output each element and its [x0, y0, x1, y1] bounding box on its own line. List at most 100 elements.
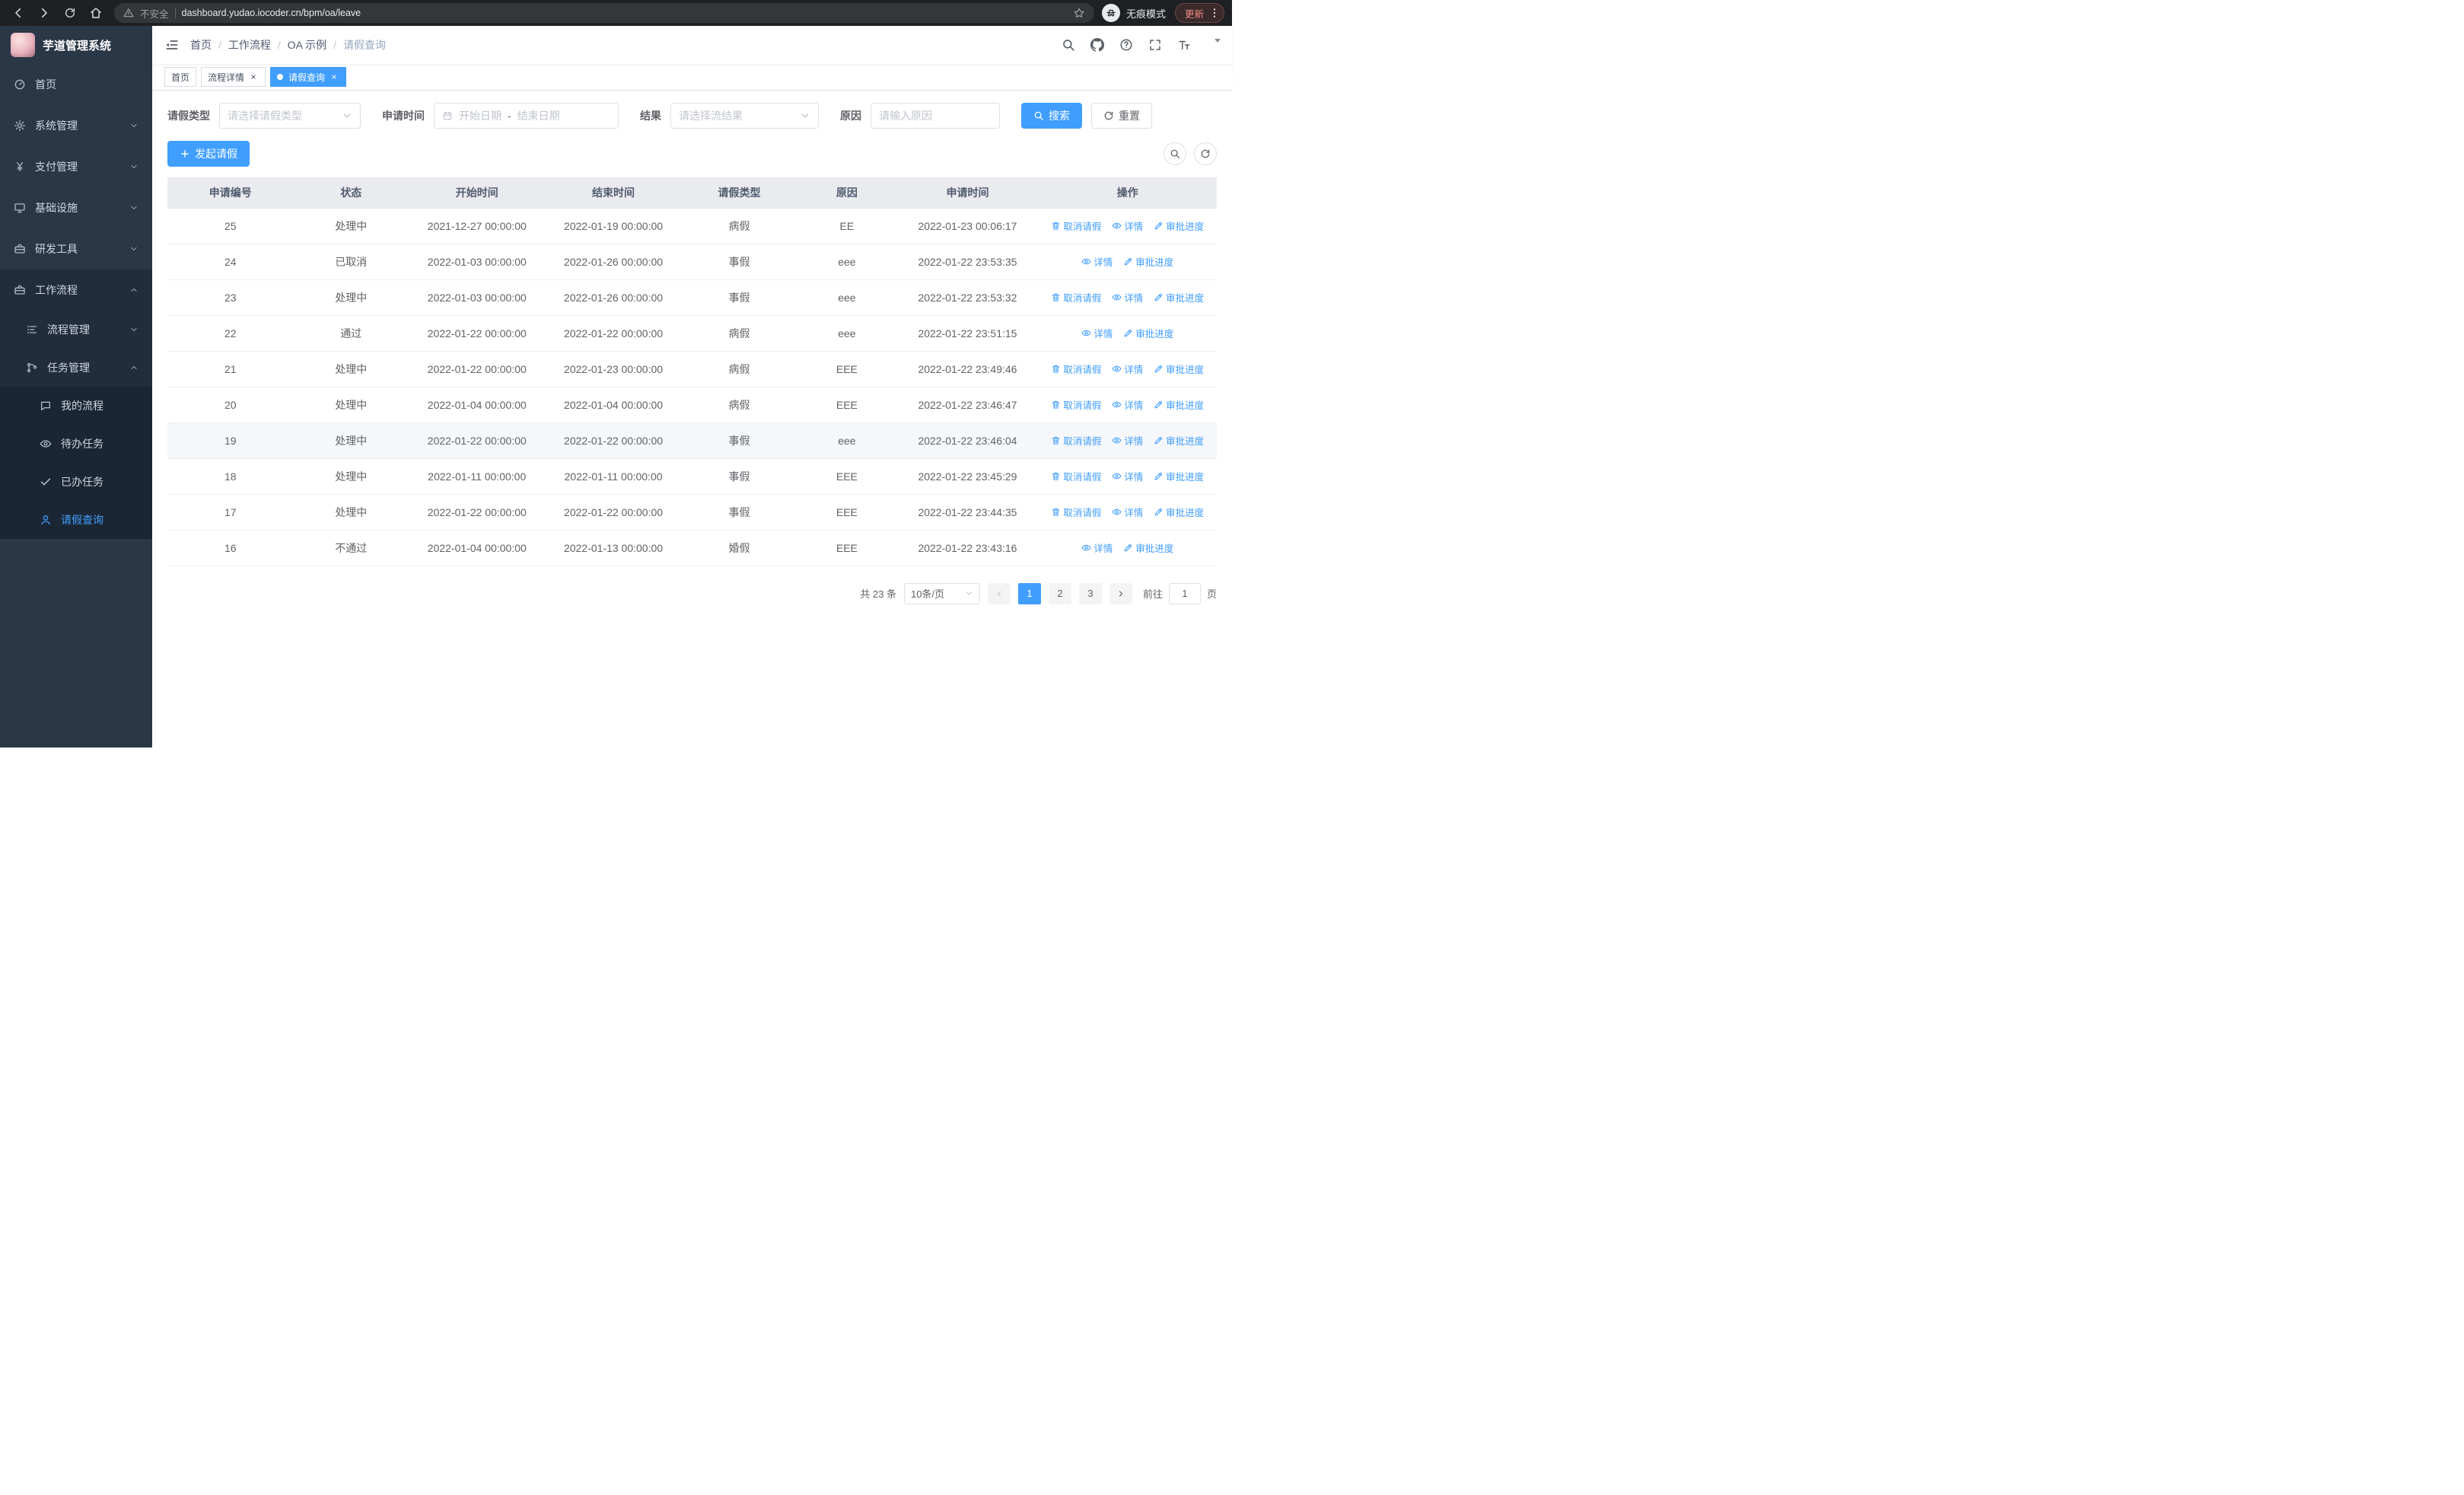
table-row[interactable]: 24 已取消 2022-01-03 00:00:00 2022-01-26 00…: [167, 244, 1217, 280]
cancel-leave-link[interactable]: 取消请假: [1051, 290, 1101, 304]
page-button-2[interactable]: 2: [1048, 582, 1071, 604]
page-content: 请假类型 请选择请假类型 申请时间 开始日期 - 结束日期 结果 请选择流结果 …: [152, 91, 1232, 748]
cell-status: 处理中: [293, 208, 409, 244]
detail-link[interactable]: 详情: [1112, 433, 1143, 448]
approval-progress-link[interactable]: 审批进度: [1123, 254, 1173, 269]
reason-input[interactable]: [871, 103, 1000, 129]
create-leave-button[interactable]: 发起请假: [167, 141, 250, 167]
approval-progress-link[interactable]: 审批进度: [1154, 505, 1204, 519]
toggle-search-button[interactable]: [1164, 142, 1186, 165]
detail-link[interactable]: 详情: [1081, 254, 1113, 269]
github-button[interactable]: [1090, 38, 1104, 52]
font-size-button[interactable]: [1177, 38, 1191, 52]
update-button[interactable]: 更新: [1174, 3, 1224, 23]
cancel-leave-link[interactable]: 取消请假: [1051, 218, 1101, 233]
sidebar-item-home[interactable]: 首页: [0, 64, 152, 105]
table-row[interactable]: 25 处理中 2021-12-27 00:00:00 2022-01-19 00…: [167, 208, 1217, 244]
collapse-sidebar-icon[interactable]: [164, 37, 180, 53]
cancel-leave-link[interactable]: 取消请假: [1051, 469, 1101, 483]
table-row[interactable]: 16 不通过 2022-01-04 00:00:00 2022-01-13 00…: [167, 530, 1217, 566]
cancel-leave-link[interactable]: 取消请假: [1051, 433, 1101, 448]
close-icon[interactable]: [329, 72, 339, 82]
page-button-1[interactable]: 1: [1017, 582, 1041, 604]
logo[interactable]: 芋道管理系统: [0, 26, 152, 64]
sidebar-item-my-process[interactable]: 我的流程: [0, 387, 152, 425]
help-icon: [1119, 38, 1133, 52]
table-row[interactable]: 20 处理中 2022-01-04 00:00:00 2022-01-04 00…: [167, 387, 1217, 423]
close-icon[interactable]: [248, 72, 259, 82]
kebab-menu-icon[interactable]: [1208, 7, 1221, 19]
eye-icon: [1112, 400, 1122, 410]
detail-link[interactable]: 详情: [1112, 505, 1143, 519]
sidebar-item-workflow[interactable]: 工作流程: [0, 269, 152, 311]
detail-link[interactable]: 详情: [1112, 397, 1143, 412]
breadcrumb-item[interactable]: 工作流程: [228, 37, 271, 53]
apply-time-range-picker[interactable]: 开始日期 - 结束日期: [434, 103, 619, 129]
search-button[interactable]: 搜索: [1021, 103, 1082, 129]
approval-progress-link[interactable]: 审批进度: [1123, 326, 1173, 340]
sidebar-item-todo-tasks[interactable]: 待办任务: [0, 425, 152, 463]
page-button-3[interactable]: 3: [1078, 582, 1102, 604]
tab-leave-query[interactable]: 请假查询: [270, 67, 347, 87]
sidebar-item-system-mgmt[interactable]: 系统管理: [0, 105, 152, 146]
address-bar[interactable]: 不安全 dashboard.yudao.iocoder.cn/bpm/oa/le…: [114, 3, 1094, 23]
cancel-leave-link[interactable]: 取消请假: [1051, 505, 1101, 519]
approval-progress-link[interactable]: 审批进度: [1154, 397, 1204, 412]
sidebar-item-done-tasks[interactable]: 已办任务: [0, 463, 152, 501]
table-row[interactable]: 21 处理中 2022-01-22 00:00:00 2022-01-23 00…: [167, 351, 1217, 387]
forward-button[interactable]: [33, 2, 55, 24]
reset-button[interactable]: 重置: [1091, 103, 1152, 129]
sidebar-item-leave-query[interactable]: 请假查询: [0, 501, 152, 539]
tab-home[interactable]: 首页: [164, 67, 197, 87]
security-label[interactable]: 不安全: [140, 6, 169, 21]
cell-reason: EEE: [797, 351, 897, 387]
detail-link[interactable]: 详情: [1112, 290, 1143, 304]
table-row[interactable]: 19 处理中 2022-01-22 00:00:00 2022-01-22 00…: [167, 422, 1217, 459]
approval-progress-link[interactable]: 审批进度: [1154, 433, 1204, 448]
table-row[interactable]: 22 通过 2022-01-22 00:00:00 2022-01-22 00:…: [167, 315, 1217, 352]
bookmark-star-icon[interactable]: [1073, 7, 1085, 19]
detail-link[interactable]: 详情: [1081, 326, 1113, 340]
detail-link[interactable]: 详情: [1112, 469, 1143, 483]
approval-progress-link[interactable]: 审批进度: [1123, 540, 1173, 555]
home-button[interactable]: [85, 2, 107, 24]
detail-link[interactable]: 详情: [1112, 218, 1143, 233]
cancel-leave-link[interactable]: 取消请假: [1051, 362, 1101, 376]
cancel-leave-link[interactable]: 取消请假: [1051, 397, 1101, 412]
help-button[interactable]: [1119, 38, 1133, 52]
approval-progress-link[interactable]: 审批进度: [1154, 362, 1204, 376]
sidebar-item-payment-mgmt[interactable]: 支付管理: [0, 146, 152, 187]
breadcrumb-item[interactable]: OA 示例: [288, 37, 326, 53]
breadcrumb-item[interactable]: 首页: [190, 37, 212, 53]
approval-progress-link[interactable]: 审批进度: [1154, 290, 1204, 304]
approval-progress-link[interactable]: 审批进度: [1154, 218, 1204, 233]
detail-link[interactable]: 详情: [1081, 540, 1113, 555]
sidebar-item-infrastructure[interactable]: 基础设施: [0, 187, 152, 228]
reload-button[interactable]: [59, 2, 81, 24]
back-button[interactable]: [8, 2, 29, 24]
url-text[interactable]: dashboard.yudao.iocoder.cn/bpm/oa/leave: [182, 8, 1067, 18]
table-row[interactable]: 17 处理中 2022-01-22 00:00:00 2022-01-22 00…: [167, 494, 1217, 531]
fullscreen-button[interactable]: [1148, 38, 1162, 52]
cell-applied: 2022-01-23 00:06:17: [896, 208, 1039, 244]
table-row[interactable]: 18 处理中 2022-01-11 00:00:00 2022-01-11 00…: [167, 458, 1217, 495]
sidebar-item-process-mgmt[interactable]: 流程管理: [0, 311, 152, 349]
prev-page-button[interactable]: [987, 582, 1011, 604]
sidebar-item-task-mgmt[interactable]: 任务管理: [0, 349, 152, 387]
cell-id: 16: [167, 530, 294, 566]
start-date-placeholder[interactable]: 开始日期: [459, 108, 501, 123]
result-select[interactable]: 请选择流结果: [670, 103, 819, 129]
refresh-table-button[interactable]: [1194, 142, 1217, 165]
detail-link[interactable]: 详情: [1112, 362, 1143, 376]
approval-progress-label: 审批进度: [1166, 436, 1205, 447]
tab-process-detail[interactable]: 流程详情: [201, 67, 266, 87]
leave-type-select[interactable]: 请选择请假类型: [219, 103, 361, 129]
page-size-select[interactable]: 10条/页: [903, 582, 980, 604]
end-date-placeholder[interactable]: 结束日期: [517, 108, 560, 123]
sidebar-item-dev-tools[interactable]: 研发工具: [0, 228, 152, 269]
header-search-button[interactable]: [1062, 38, 1075, 52]
approval-progress-link[interactable]: 审批进度: [1154, 469, 1204, 483]
next-page-button[interactable]: [1109, 582, 1132, 604]
goto-page-input[interactable]: [1168, 582, 1201, 604]
table-row[interactable]: 23 处理中 2022-01-03 00:00:00 2022-01-26 00…: [167, 279, 1217, 316]
